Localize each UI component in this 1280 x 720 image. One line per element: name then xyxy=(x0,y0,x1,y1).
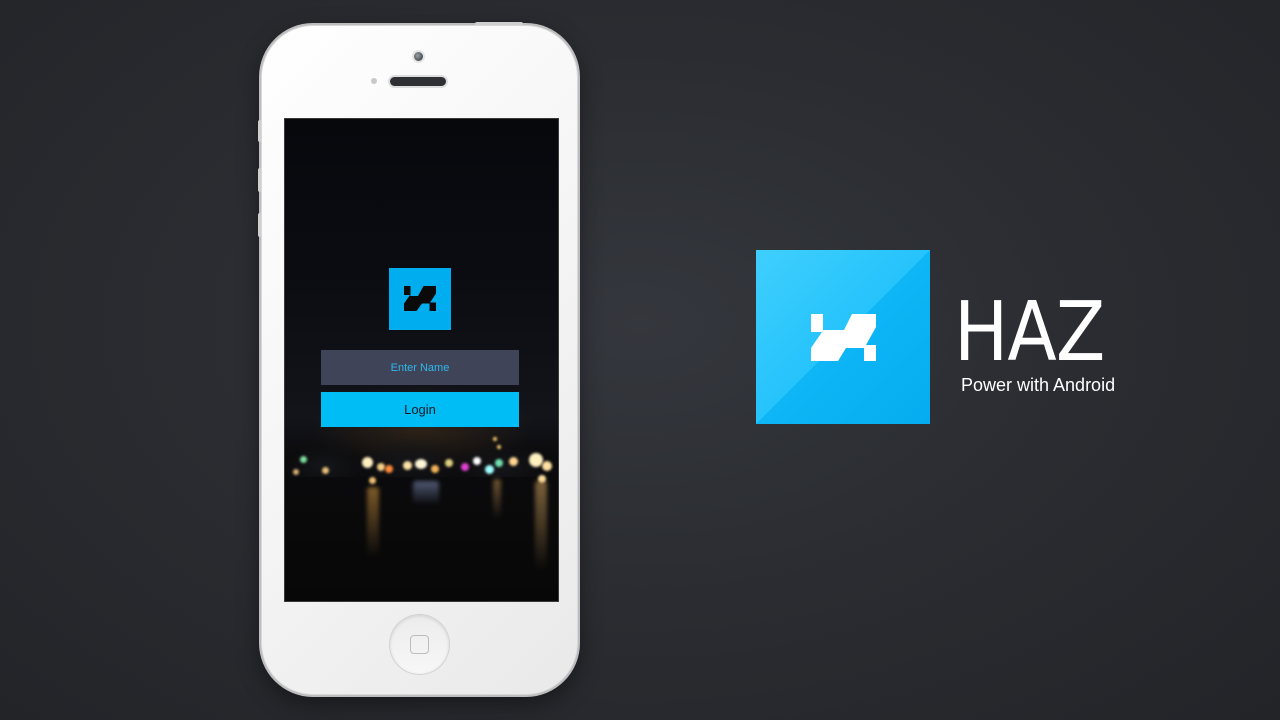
home-button xyxy=(390,615,449,674)
bokeh-light xyxy=(529,453,543,467)
power-button xyxy=(475,22,523,25)
front-camera xyxy=(414,52,423,61)
bokeh-light xyxy=(509,457,518,466)
bokeh-light xyxy=(415,459,427,469)
bokeh-light xyxy=(542,461,552,471)
volume-up-button xyxy=(258,168,261,192)
haz-logo-icon xyxy=(389,268,451,330)
bokeh-light xyxy=(497,445,501,449)
volume-down-button xyxy=(258,213,261,237)
mute-switch xyxy=(258,120,261,142)
water-reflection xyxy=(493,479,501,519)
name-input[interactable] xyxy=(321,350,519,385)
water-reflection xyxy=(413,481,439,505)
proximity-sensor xyxy=(371,78,377,84)
bokeh-light xyxy=(485,465,494,474)
bokeh-light xyxy=(369,477,376,484)
bokeh-light xyxy=(473,457,481,465)
bokeh-light xyxy=(300,456,307,463)
bokeh-light xyxy=(322,467,329,474)
haz-brand-icon xyxy=(756,250,930,424)
bokeh-light xyxy=(403,461,412,470)
phone-screen: Login xyxy=(284,118,559,602)
brand-tagline: Power with Android xyxy=(961,375,1116,395)
bokeh-light xyxy=(431,465,439,473)
bokeh-light xyxy=(495,459,503,467)
home-square-icon xyxy=(410,635,429,654)
bokeh-light xyxy=(362,457,373,468)
bokeh-light xyxy=(293,469,299,475)
earpiece-speaker xyxy=(390,77,446,86)
brand-title: HAZ xyxy=(954,285,1105,380)
water-reflection xyxy=(367,487,379,557)
bokeh-light xyxy=(445,459,453,467)
bokeh-light xyxy=(377,463,385,471)
phone-mockup: Login xyxy=(258,22,578,695)
water-reflection xyxy=(535,481,547,571)
login-button[interactable]: Login xyxy=(321,392,519,427)
bokeh-light xyxy=(385,465,393,473)
bokeh-light xyxy=(493,437,497,441)
bokeh-light xyxy=(461,463,469,471)
